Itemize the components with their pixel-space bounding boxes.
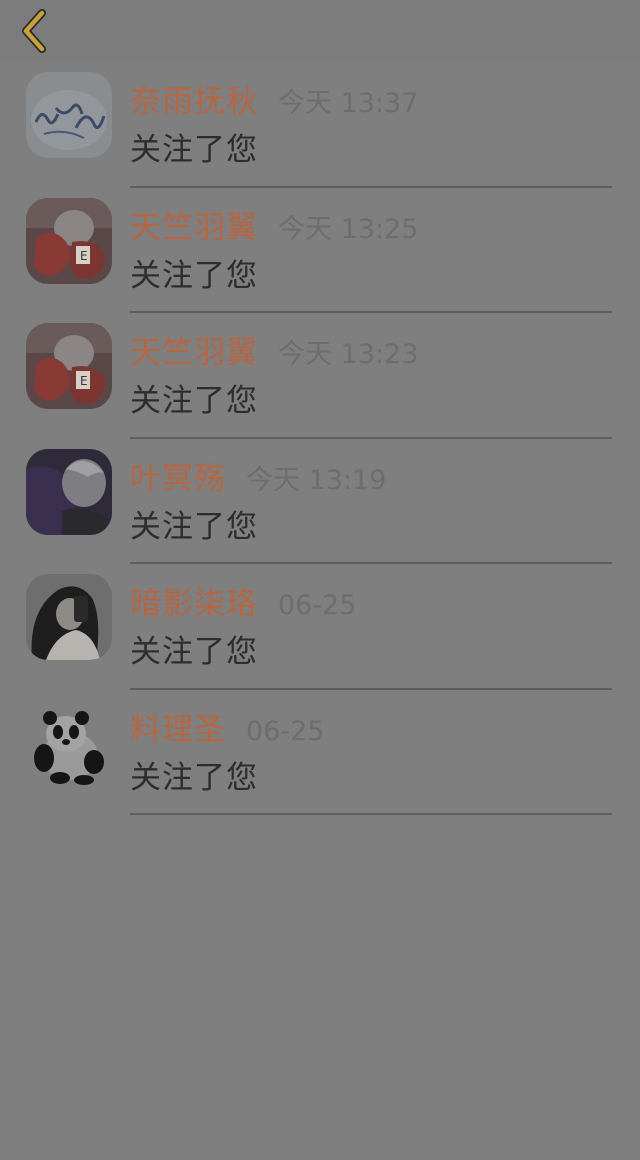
user-name[interactable]: 叶冥殇 [130,453,226,498]
anime-avatar-dark-icon [26,448,112,535]
user-name[interactable]: 料理圣 [130,704,226,749]
timestamp: 今天 13:37 [278,88,419,119]
user-name[interactable]: 暗影柒珞 [130,578,258,623]
user-name[interactable]: 天竺羽翼 [130,327,258,372]
panda-avatar-icon [26,699,112,786]
avatar[interactable] [26,448,112,535]
avatar[interactable] [26,72,112,158]
action-text: 关注了您 [130,132,258,168]
action-text: 关注了您 [130,508,258,545]
svg-text:E: E [80,374,88,388]
avatar[interactable]: E [26,323,112,409]
list-item[interactable]: 暗影柒珞 06-25 关注了您 [0,564,640,690]
timestamp: 06-25 [246,715,325,747]
chevron-left-icon [22,9,46,53]
user-name[interactable]: 奈雨抚秋 [130,76,258,121]
timestamp: 今天 13:25 [278,213,419,245]
list-item[interactable]: E 天竺羽翼 今天 13:25 关注了您 [0,188,640,313]
photo-avatar-girl-icon [26,574,112,660]
timestamp: 今天 13:19 [246,464,387,496]
notification-list: 奈雨抚秋 今天 13:37 关注了您 E 天竺羽翼 今天 13:25 关注了您 … [0,62,640,815]
avatar[interactable] [26,699,112,786]
action-text: 关注了您 [130,257,258,294]
anime-avatar-red-icon: E [26,323,112,409]
action-text: 关注了您 [130,634,258,670]
list-item[interactable]: 奈雨抚秋 今天 13:37 关注了您 [0,62,640,188]
divider [130,813,612,815]
action-text: 关注了您 [130,383,258,419]
avatar[interactable] [26,574,112,660]
list-item[interactable]: 料理圣 06-25 关注了您 [0,690,640,815]
top-bar [0,0,640,62]
anime-avatar-red-icon: E [26,197,112,284]
action-text: 关注了您 [130,759,258,796]
list-item[interactable]: 叶冥殇 今天 13:19 关注了您 [0,439,640,564]
svg-text:E: E [80,249,88,263]
timestamp: 今天 13:23 [278,339,419,370]
timestamp: 06-25 [278,590,357,621]
list-item[interactable]: E 天竺羽翼 今天 13:23 关注了您 [0,313,640,439]
back-button[interactable] [10,6,58,56]
calligraphy-avatar-icon [26,72,112,158]
user-name[interactable]: 天竺羽翼 [130,202,258,247]
avatar[interactable]: E [26,197,112,284]
